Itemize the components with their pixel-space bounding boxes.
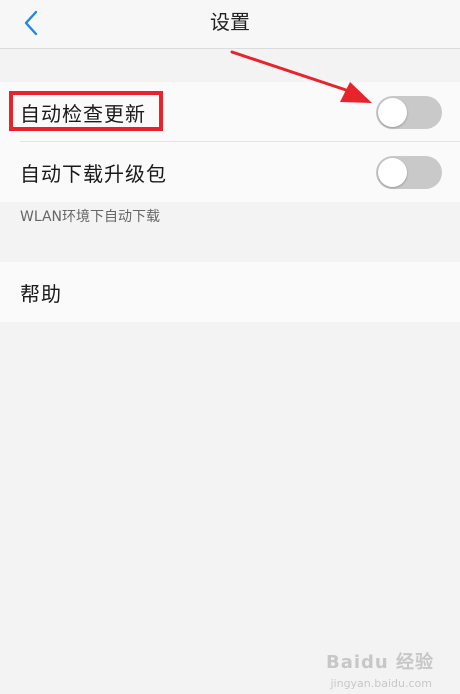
- watermark-logo: Baidu 经验: [325, 652, 434, 673]
- watermark-url: jingyan.baidu.com: [330, 677, 432, 690]
- auto-check-label: 自动检查更新: [20, 101, 146, 126]
- nav-bar: 设置: [0, 0, 460, 49]
- help-label: 帮助: [20, 281, 62, 306]
- help-row[interactable]: 帮助: [0, 262, 460, 322]
- help-section: 帮助: [0, 262, 460, 322]
- wlan-hint: WLAN环境下自动下载: [20, 209, 161, 225]
- auto-download-row: 自动下载升级包: [0, 142, 460, 202]
- auto-check-toggle[interactable]: [376, 96, 442, 129]
- auto-download-toggle[interactable]: [376, 156, 442, 189]
- toggle-knob: [378, 158, 407, 187]
- update-settings-section: 自动检查更新 自动下载升级包: [0, 82, 460, 202]
- auto-check-row: 自动检查更新: [0, 82, 460, 142]
- page-title: 设置: [210, 10, 250, 34]
- auto-download-label: 自动下载升级包: [20, 161, 167, 186]
- toggle-knob: [378, 98, 407, 127]
- settings-page: 设置 自动检查更新 自动下载升级包 WLAN环境下自动下载 帮助 Baidu 经…: [0, 0, 460, 694]
